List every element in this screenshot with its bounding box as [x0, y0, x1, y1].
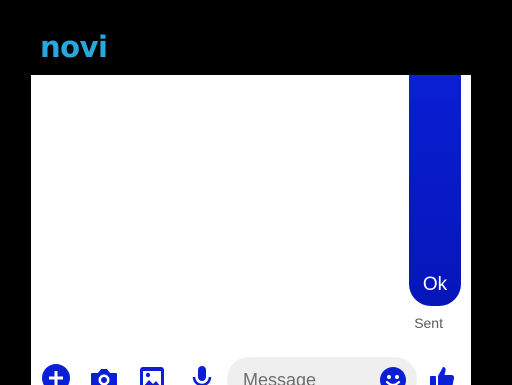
- conversation-panel: Ok Sent: [31, 75, 471, 385]
- message-bubble[interactable]: Ok: [409, 75, 461, 306]
- camera-icon[interactable]: [89, 363, 119, 385]
- screen: novi Ok Sent: [0, 0, 512, 385]
- message-input[interactable]: [241, 365, 375, 385]
- thumbs-up-icon[interactable]: [427, 363, 457, 385]
- microphone-icon[interactable]: [187, 363, 217, 385]
- app-logo: novi: [40, 30, 108, 64]
- message-text: Ok: [422, 274, 448, 295]
- gallery-icon[interactable]: [137, 363, 167, 385]
- emoji-icon[interactable]: [379, 366, 407, 385]
- message-box: [227, 357, 417, 385]
- plus-icon[interactable]: [41, 363, 71, 385]
- message-status: Sent: [414, 315, 443, 331]
- composer-toolbar: [31, 357, 471, 385]
